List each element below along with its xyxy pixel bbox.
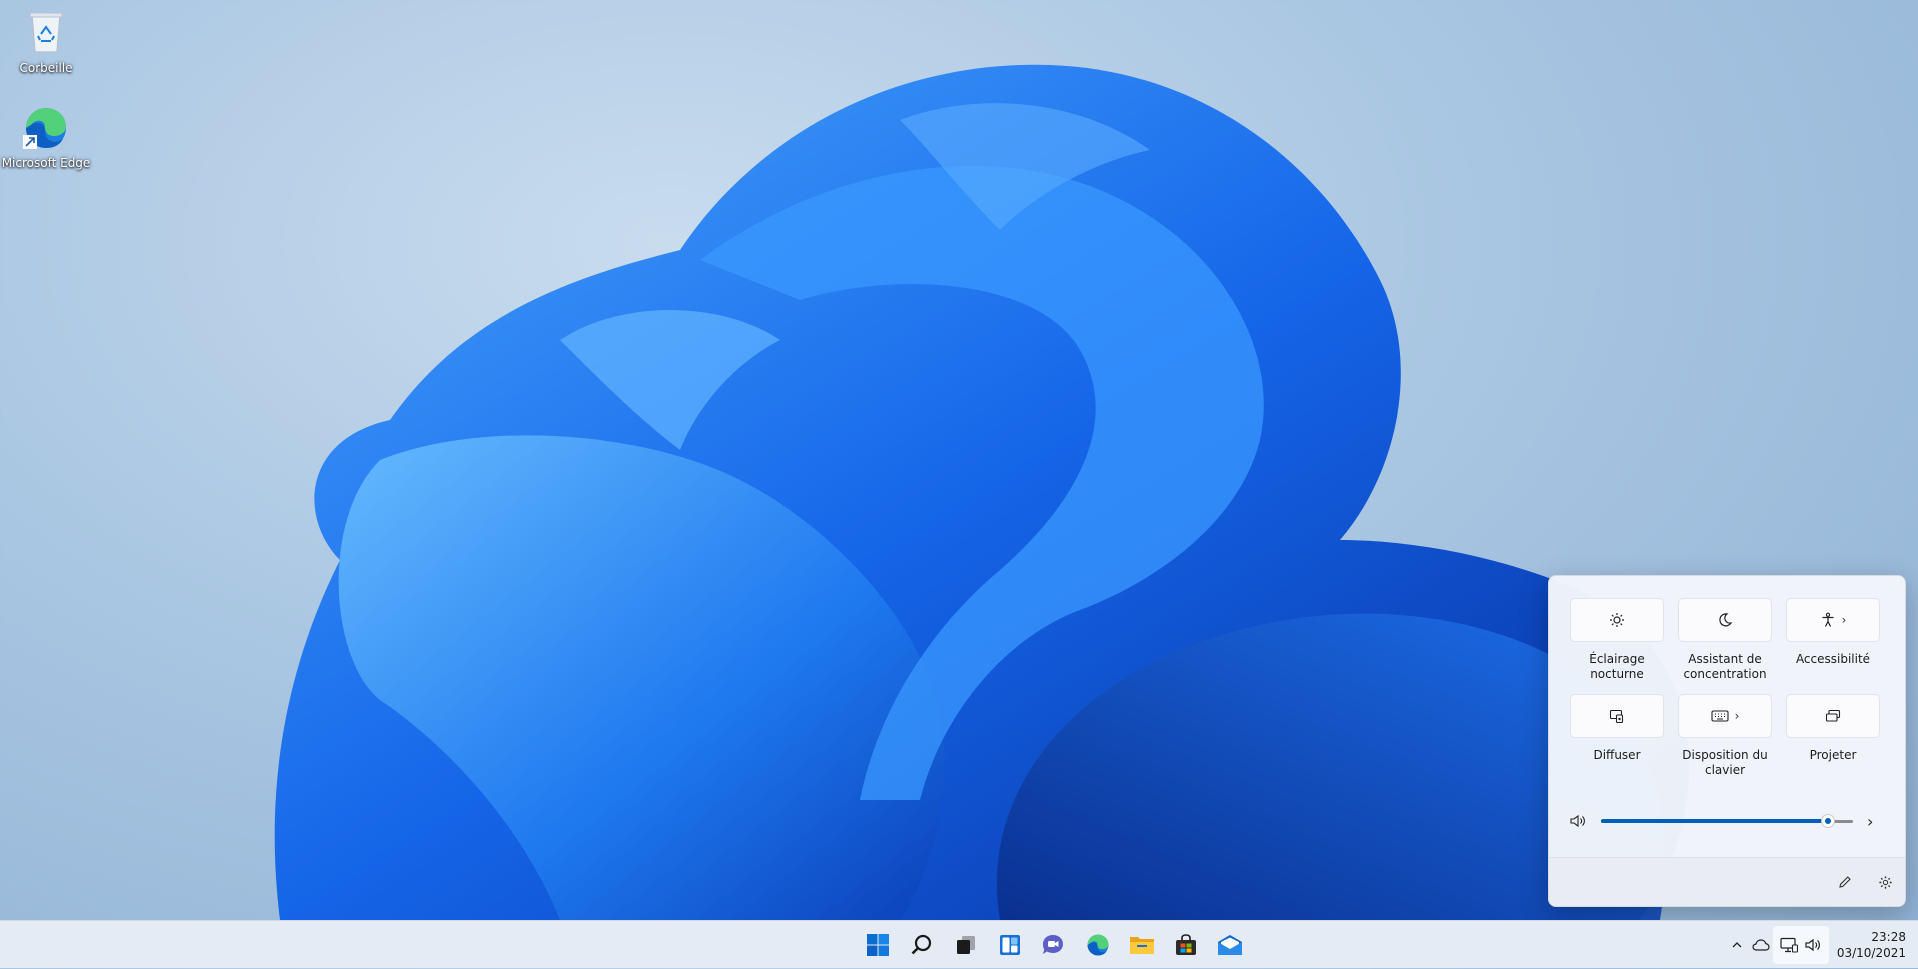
tile-label: Projeter [1809,748,1857,762]
project-button[interactable] [1786,694,1880,738]
quick-settings-grid: Éclairage nocturne Assistant de concentr… [1569,598,1885,782]
volume-icon [1805,938,1820,952]
cast-icon [1609,709,1624,724]
volume-icon-wrap [1802,934,1824,956]
tile-project: Projeter [1785,694,1881,782]
clock-date: 03/10/2021 [1836,946,1906,960]
quick-settings-footer [1549,857,1905,906]
file-explorer-icon [1130,937,1154,954]
edge-icon [23,108,66,149]
tile-focus-assist: Assistant de concentration [1677,598,1773,686]
tile-label: Diffuser [1593,748,1641,762]
settings-button[interactable] [1875,872,1895,892]
start-icon [867,934,889,956]
chevron-up-icon [1732,942,1742,948]
teams-chat-icon [1043,935,1063,954]
network-icon [1780,937,1798,953]
desktop-icon-label: Corbeille [19,61,73,75]
network-icon-wrap [1778,934,1800,956]
quick-settings-tray-button[interactable] [1772,926,1829,964]
task-view-button[interactable] [950,929,982,961]
search-icon [911,934,932,955]
search-button[interactable] [906,929,938,961]
recycle-bin-icon [29,12,63,53]
show-hidden-icons-button[interactable] [1726,934,1748,956]
tile-label: Assistant de concentration [1683,652,1767,681]
pencil-icon [1839,876,1851,888]
volume-row: › [1569,808,1885,834]
focus-assist-button[interactable] [1678,598,1772,642]
gear-icon [1878,875,1892,889]
widgets-icon [1000,935,1020,955]
store-icon [1176,934,1196,955]
accessibility-button[interactable]: › [1786,598,1880,642]
quick-settings-panel: Éclairage nocturne Assistant de concentr… [1548,575,1906,907]
store-button[interactable] [1170,929,1202,961]
desktop-icon-recycle-bin[interactable]: Corbeille [0,8,92,75]
keyboard-layout-button[interactable]: › [1678,694,1772,738]
desktop-icon-edge[interactable]: Microsoft Edge [0,105,92,170]
keyboard-icon [1711,710,1729,722]
volume-slider[interactable] [1601,812,1853,830]
project-icon [1825,709,1841,722]
moon-icon [1719,613,1733,627]
desktop-icon-label: Microsoft Edge [1,156,91,170]
cast-button[interactable] [1570,694,1664,738]
taskbar-apps [862,929,1246,961]
tile-keyboard-layout: › Disposition du clavier [1677,694,1773,782]
widgets-button[interactable] [994,929,1026,961]
start-button[interactable] [862,929,894,961]
volume-thumb[interactable] [1821,815,1834,827]
tile-label: Disposition du clavier [1682,748,1768,777]
onedrive-icon [1752,939,1770,951]
brightness-icon [1610,613,1624,627]
chevron-right-icon: › [1734,709,1740,723]
speaker-icon[interactable] [1569,813,1587,829]
accessibility-icon [1822,612,1834,627]
night-light-button[interactable] [1570,598,1664,642]
edge-icon [1087,934,1109,956]
mail-button[interactable] [1214,929,1246,961]
onedrive-button[interactable] [1750,934,1772,956]
tile-accessibility: › Accessibilité [1785,598,1881,686]
clock-time: 23:28 [1871,930,1906,944]
chevron-right-icon[interactable]: › [1867,812,1873,831]
edit-quick-settings-button[interactable] [1835,872,1855,892]
clock[interactable]: 23:28 03/10/2021 [1837,929,1906,961]
task-view-icon [957,936,975,954]
volume-fill [1601,819,1828,823]
edge-button[interactable] [1082,929,1114,961]
taskbar: 23:28 03/10/2021 [0,920,1918,968]
file-explorer-button[interactable] [1126,929,1158,961]
teams-chat-button[interactable] [1038,929,1070,961]
system-tray: 23:28 03/10/2021 [1725,921,1918,969]
tile-label: Accessibilité [1795,652,1871,666]
tile-cast: Diffuser [1569,694,1665,782]
chevron-right-icon: › [1841,613,1847,627]
mail-icon [1218,935,1242,955]
tile-night-light: Éclairage nocturne [1569,598,1665,686]
tile-label: Éclairage nocturne [1589,652,1645,681]
